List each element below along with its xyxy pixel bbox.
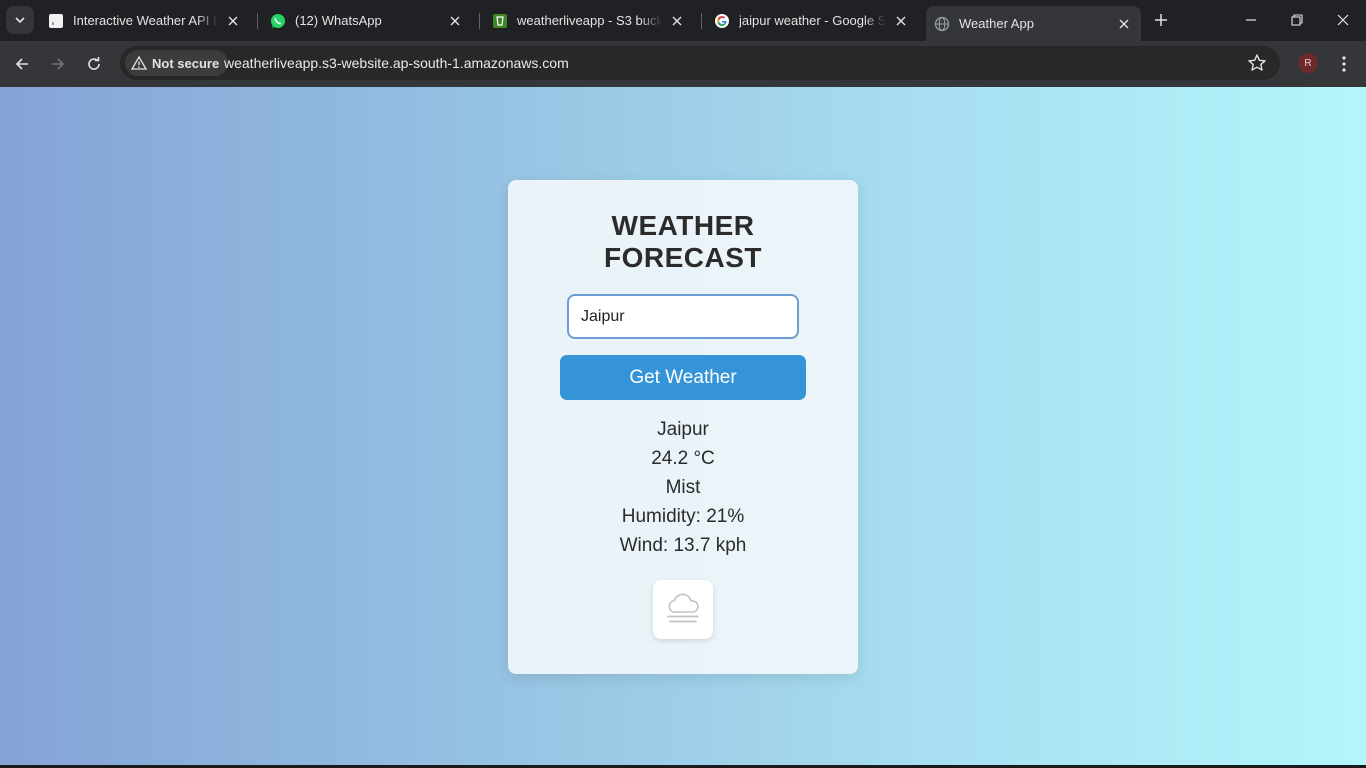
reload-icon	[88, 57, 100, 70]
globe-icon	[934, 16, 950, 32]
minimize-icon	[1246, 19, 1256, 21]
tab-separator	[479, 13, 480, 29]
security-label: Not secure	[152, 55, 220, 71]
back-button[interactable]	[7, 49, 37, 79]
tab-s3-bucket[interactable]: weatherliveapp - S3 bucket	[484, 6, 694, 35]
reload-button[interactable]	[79, 49, 109, 79]
close-icon[interactable]	[1115, 15, 1133, 33]
tab-title: Weather App	[959, 16, 1034, 31]
tab-weather-api-explorer[interactable]: Interactive Weather API Explorer	[40, 6, 250, 35]
tab-google-search[interactable]: jaipur weather - Google Search	[706, 6, 918, 35]
result-city: Jaipur	[657, 419, 709, 440]
close-icon	[1337, 14, 1349, 26]
more-vert-icon	[1342, 56, 1346, 72]
tab-whatsapp[interactable]: (12) WhatsApp	[262, 6, 472, 35]
tab-title: Interactive Weather API Explorer	[73, 13, 218, 28]
back-arrow-icon	[15, 58, 28, 70]
google-icon	[714, 13, 730, 29]
page-title: WEATHER FORECAST	[508, 210, 858, 274]
tab-separator	[257, 13, 258, 29]
tab-separator	[701, 13, 702, 29]
tab-title: (12) WhatsApp	[295, 13, 382, 28]
profile-avatar[interactable]: R	[1298, 53, 1318, 73]
tab-search-button[interactable]	[6, 6, 34, 34]
close-icon[interactable]	[892, 12, 910, 30]
page-viewport: WEATHER FORECAST Get Weather Jaipur 24.2…	[0, 87, 1366, 768]
result-temperature: 24.2 °C	[651, 448, 715, 469]
minimize-button[interactable]	[1228, 0, 1274, 40]
bookmark-star-icon[interactable]	[1247, 53, 1267, 73]
weather-card: WEATHER FORECAST Get Weather Jaipur 24.2…	[508, 180, 858, 674]
close-icon[interactable]	[668, 12, 686, 30]
forward-button[interactable]	[43, 49, 73, 79]
tab-title: jaipur weather - Google Search	[739, 13, 886, 28]
title-line-1: WEATHER	[611, 210, 755, 241]
url-text[interactable]: weatherliveapp.s3-website.ap-south-1.ama…	[224, 55, 569, 71]
warning-icon	[131, 55, 147, 70]
browser-menu-button[interactable]	[1334, 53, 1354, 75]
weather-icon-container	[653, 580, 713, 639]
chevron-down-icon	[15, 17, 25, 24]
browser-toolbar: Not secure weatherliveapp.s3-website.ap-…	[0, 41, 1366, 87]
city-input[interactable]	[567, 294, 799, 339]
page-icon	[48, 13, 64, 29]
whatsapp-icon	[270, 13, 286, 29]
close-icon[interactable]	[224, 12, 242, 30]
address-bar[interactable]: Not secure weatherliveapp.s3-website.ap-…	[120, 46, 1280, 80]
site-security-chip[interactable]: Not secure	[125, 50, 229, 76]
tab-weather-app[interactable]: Weather App	[926, 6, 1141, 41]
restore-button[interactable]	[1274, 0, 1320, 40]
tab-title: weatherliveapp - S3 bucket	[517, 13, 662, 28]
plus-icon	[1155, 14, 1167, 26]
new-tab-button[interactable]	[1150, 9, 1172, 31]
tab-strip: Interactive Weather API Explorer (12) Wh…	[0, 0, 1366, 41]
result-humidity: Humidity: 21%	[621, 506, 745, 527]
title-line-2: FORECAST	[604, 242, 762, 273]
s3-bucket-icon	[492, 13, 508, 29]
result-condition: Mist	[665, 477, 701, 498]
get-weather-button[interactable]: Get Weather	[560, 355, 806, 400]
close-icon[interactable]	[446, 12, 464, 30]
forward-arrow-icon	[52, 58, 65, 70]
result-wind: Wind: 13.7 kph	[619, 535, 747, 556]
close-window-button[interactable]	[1320, 0, 1366, 40]
restore-icon	[1291, 14, 1303, 26]
mist-cloud-icon	[667, 592, 699, 622]
